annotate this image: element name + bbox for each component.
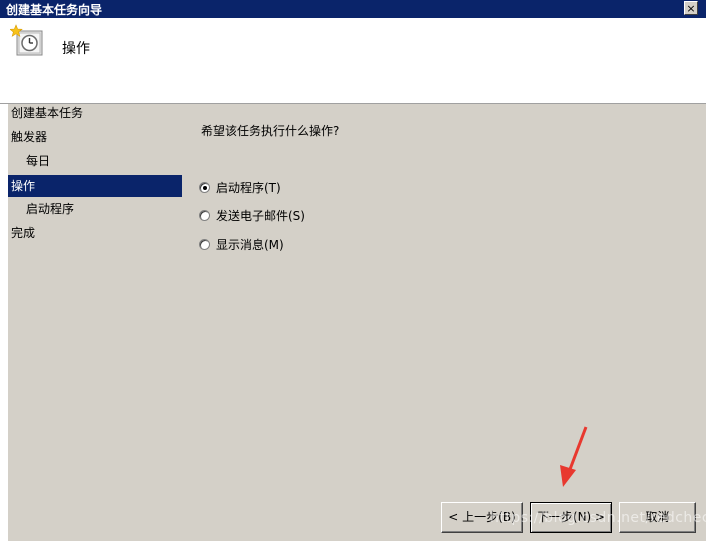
back-button[interactable]: < 上一步(B) <box>441 502 523 533</box>
option-send-email[interactable]: 发送电子邮件(S) <box>199 206 305 224</box>
wizard-header: 操作 <box>0 18 706 104</box>
nav-step-daily[interactable]: 每日 <box>8 150 182 172</box>
nav-step-label: 触发器 <box>11 130 48 144</box>
radio-start-program[interactable] <box>199 181 210 193</box>
action-panel: 希望该任务执行什么操作? 启动程序(T) 发送电子邮件(S) 显示消息(M) <box>190 104 690 484</box>
radio-send-email[interactable] <box>199 209 210 221</box>
nav-step-label: 操作 <box>11 179 36 193</box>
nav-step-label: 创建基本任务 <box>11 106 84 120</box>
option-label: 启动程序(T) <box>216 180 281 195</box>
page-title: 操作 <box>62 41 90 57</box>
task-clock-icon <box>10 24 43 56</box>
nav-step-trigger[interactable]: 触发器 <box>8 126 182 148</box>
nav-step-label: 完成 <box>11 226 36 240</box>
nav-step-start-program[interactable]: 启动程序 <box>8 198 182 220</box>
nav-step-create-basic-task[interactable]: 创建基本任务 <box>8 102 182 124</box>
option-label: 显示消息(M) <box>216 237 284 252</box>
cancel-button[interactable]: 取消 <box>619 502 696 533</box>
option-start-program[interactable]: 启动程序(T) <box>199 178 281 196</box>
option-display-message[interactable]: 显示消息(M) <box>199 235 284 253</box>
nav-step-label: 每日 <box>26 154 51 168</box>
nav-step-label: 启动程序 <box>26 202 75 216</box>
next-button[interactable]: 下一步(N) > <box>530 502 612 533</box>
nav-step-finish[interactable]: 完成 <box>8 222 182 244</box>
nav-step-action[interactable]: 操作 <box>8 175 182 197</box>
action-question: 希望该任务执行什么操作? <box>201 124 340 138</box>
radio-display-message[interactable] <box>199 238 210 250</box>
window-title: 创建基本任务向导 <box>6 2 103 17</box>
close-button[interactable]: × <box>684 1 698 15</box>
window-titlebar: 创建基本任务向导 × <box>0 0 706 18</box>
option-label: 发送电子邮件(S) <box>216 208 305 223</box>
wizard-steps-nav: 创建基本任务 触发器 每日 操作 启动程序 完成 <box>8 104 182 524</box>
left-edge <box>0 104 8 541</box>
close-icon: × <box>686 2 696 15</box>
